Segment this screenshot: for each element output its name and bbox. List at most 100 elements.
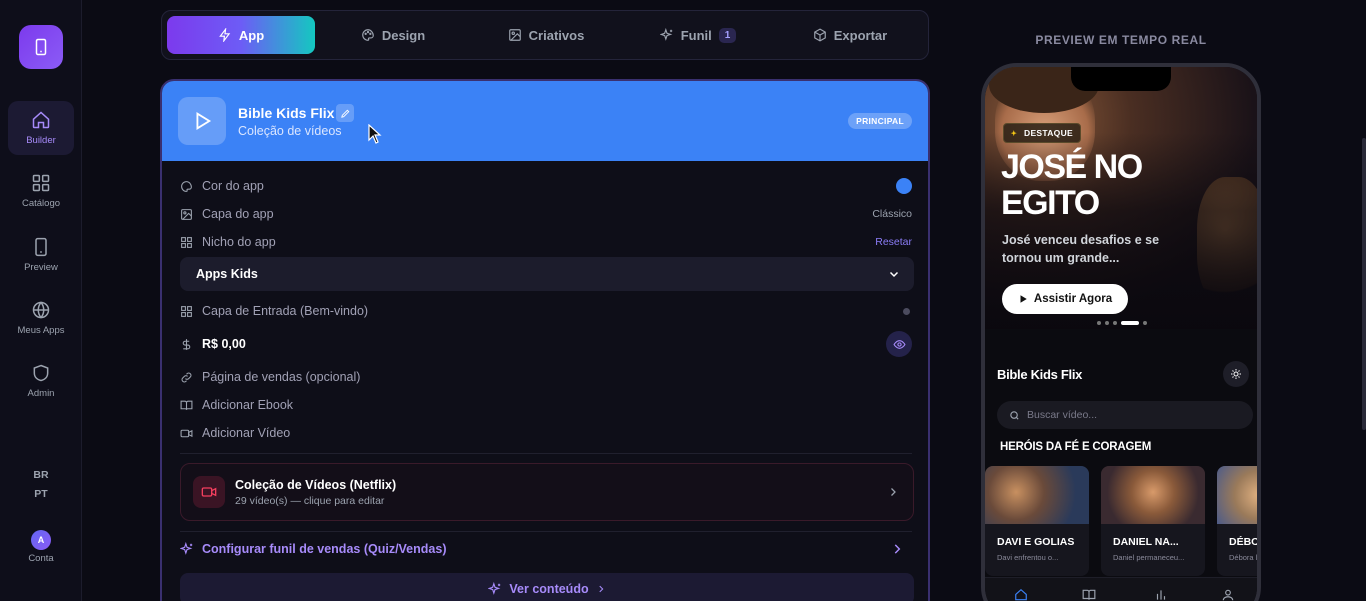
app-cover-row[interactable]: Capa do app Clássico (180, 203, 912, 225)
tab-criativos[interactable]: Criativos (472, 16, 620, 54)
phone-preview: DESTAQUE JOSÉ NO EGITO José venceu desaf… (981, 63, 1261, 601)
sidebar-item-label: Preview (24, 262, 58, 273)
play-icon (1020, 295, 1027, 303)
grid-icon (32, 174, 50, 192)
image-icon (508, 29, 521, 41)
preview-search-input[interactable]: Buscar vídeo... (997, 401, 1253, 429)
grid-icon (181, 305, 192, 317)
sparkles-icon (659, 28, 673, 41)
link-icon (181, 372, 192, 382)
welcome-cover-row[interactable]: Capa de Entrada (Bem-vindo) (180, 300, 912, 322)
tab-exportar[interactable]: Exportar (776, 16, 924, 54)
app-color-row[interactable]: Cor do app (180, 175, 912, 197)
row-label: Adicionar Ebook (202, 398, 294, 412)
tab-label: Funil (680, 27, 712, 43)
video-icon (201, 487, 217, 497)
row-label: Cor do app (202, 179, 264, 193)
divider (180, 531, 912, 532)
video-card-title: DANIEL NA... (1113, 536, 1179, 548)
sidebar: Builder Catálogo Preview Meus Apps Admin… (0, 0, 82, 601)
language-code[interactable]: PT (0, 488, 82, 500)
video-icon (180, 429, 193, 437)
bolt-icon (219, 28, 231, 42)
pencil-icon (340, 109, 349, 118)
chart-icon[interactable] (1154, 588, 1168, 601)
palette-icon (362, 29, 374, 41)
globe-icon (32, 301, 50, 319)
sparkles-icon (488, 582, 501, 595)
search-icon (1010, 410, 1019, 420)
language-country[interactable]: BR (0, 469, 82, 481)
video-card[interactable]: DANIEL NA... Daniel permaneceu... (1101, 466, 1205, 576)
tab-funil[interactable]: Funil 1 (624, 16, 772, 54)
pager-dot[interactable] (1113, 321, 1117, 325)
pager-dot[interactable] (1105, 321, 1109, 325)
row-label: Página de vendas (opcional) (202, 370, 361, 384)
home-icon[interactable] (1014, 588, 1028, 601)
reset-niche-button[interactable]: Resetar (875, 236, 912, 248)
sidebar-item-label: Admin (27, 388, 55, 399)
funil-count-badge: 1 (718, 27, 737, 43)
price-row[interactable]: R$ 0,00 (180, 331, 912, 357)
video-card-desc: Débora l (1229, 553, 1258, 562)
video-thumbnail (1217, 466, 1257, 524)
edit-title-button[interactable] (336, 104, 354, 122)
sidebar-item-meus-apps[interactable]: Meus Apps (8, 291, 74, 345)
pager-dot[interactable] (1143, 321, 1147, 325)
sparkles-icon (1010, 129, 1017, 136)
sidebar-item-admin[interactable]: Admin (8, 354, 74, 408)
pager-dot[interactable] (1097, 321, 1101, 325)
preview-settings-button[interactable] (1223, 361, 1249, 387)
niche-select[interactable]: Apps Kids (180, 257, 914, 291)
app-logo[interactable] (19, 25, 63, 69)
sidebar-item-catalogo[interactable]: Catálogo (8, 164, 74, 218)
video-collection-card[interactable]: Coleção de Vídeos (Netflix) 29 vídeo(s) … (180, 463, 914, 521)
app-icon (178, 97, 226, 145)
visibility-button[interactable] (886, 331, 912, 357)
smartphone-icon (35, 237, 47, 257)
sidebar-item-label: Catálogo (21, 198, 61, 209)
view-content-label: Ver conteúdo (509, 582, 589, 596)
tab-label: Design (381, 27, 426, 43)
chevron-down-icon (889, 271, 899, 278)
add-video-row[interactable]: Adicionar Vídeo (180, 422, 912, 444)
tab-design[interactable]: Design (322, 16, 464, 54)
pager-dot-active[interactable] (1121, 321, 1139, 325)
sidebar-item-builder[interactable]: Builder (8, 101, 74, 155)
book-icon[interactable] (1082, 588, 1096, 601)
video-card-desc: Davi enfrentou o... (997, 553, 1059, 562)
row-label: Capa de Entrada (Bem-vindo) (202, 304, 369, 318)
watch-now-button[interactable]: Assistir Agora (1002, 284, 1128, 314)
sales-page-row[interactable]: Página de vendas (opcional) (180, 366, 912, 388)
cover-value: Clássico (872, 208, 912, 220)
video-card[interactable]: DÉBO Débora l (1217, 466, 1258, 576)
sidebar-item-label: Meus Apps (17, 325, 65, 336)
image-icon (181, 208, 192, 220)
divider (180, 453, 912, 454)
user-icon[interactable] (1221, 588, 1235, 601)
avatar[interactable]: A (31, 530, 51, 550)
app-card-header[interactable]: Bible Kids Flix Coleção de vídeos PRINCI… (162, 81, 928, 161)
play-icon (196, 112, 212, 130)
view-content-button[interactable]: Ver conteúdo (180, 573, 914, 601)
video-card[interactable]: DAVI E GOLIAS Davi enfrentou o... (985, 466, 1089, 576)
eye-icon (892, 339, 906, 349)
configure-funnel-link[interactable]: Configurar funil de vendas (Quiz/Vendas) (180, 539, 912, 559)
app-editor-card: Bible Kids Flix Coleção de vídeos PRINCI… (160, 79, 930, 601)
color-swatch[interactable] (896, 178, 912, 194)
page-scrollbar[interactable] (1362, 138, 1366, 430)
sidebar-item-preview[interactable]: Preview (8, 228, 74, 282)
mouse-cursor-icon (368, 124, 382, 144)
preview-heading: PREVIEW EM TEMPO REAL (1035, 33, 1207, 47)
hero-title: JOSÉ NO EGITO (1001, 148, 1143, 222)
add-ebook-row[interactable]: Adicionar Ebook (180, 394, 912, 416)
tab-app[interactable]: App (167, 16, 315, 54)
welcome-toggle[interactable] (903, 307, 910, 315)
price-value: R$ 0,00 (202, 337, 246, 351)
sun-icon (1231, 369, 1241, 379)
hero-banner[interactable]: DESTAQUE JOSÉ NO EGITO José venceu desaf… (985, 67, 1257, 329)
preview-app-name: Bible Kids Flix (997, 367, 1083, 382)
chevron-right-icon (894, 544, 901, 554)
hero-pagination[interactable] (1097, 321, 1147, 325)
account-label[interactable]: Conta (0, 553, 82, 564)
